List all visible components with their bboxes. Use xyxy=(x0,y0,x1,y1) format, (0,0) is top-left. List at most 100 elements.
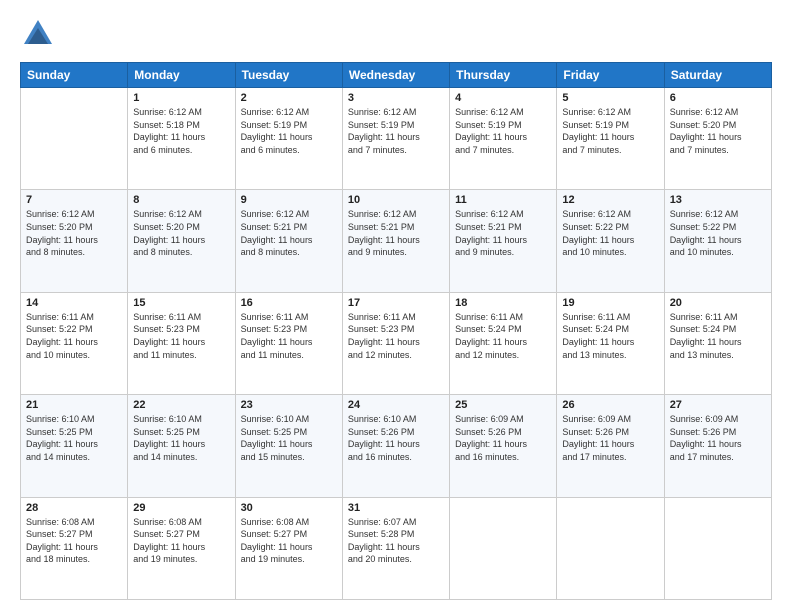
day-info: Sunrise: 6:08 AMSunset: 5:27 PMDaylight:… xyxy=(133,516,229,566)
day-info: Sunrise: 6:10 AMSunset: 5:25 PMDaylight:… xyxy=(133,413,229,463)
calendar-week-row: 7 Sunrise: 6:12 AMSunset: 5:20 PMDaylight… xyxy=(21,190,772,292)
table-row: 18 Sunrise: 6:11 AMSunset: 5:24 PMDayligh… xyxy=(450,292,557,394)
day-number: 15 xyxy=(133,297,229,309)
day-number: 16 xyxy=(241,297,337,309)
day-info: Sunrise: 6:12 AMSunset: 5:20 PMDaylight:… xyxy=(133,208,229,258)
table-row: 11 Sunrise: 6:12 AMSunset: 5:21 PMDayligh… xyxy=(450,190,557,292)
table-row: 26 Sunrise: 6:09 AMSunset: 5:26 PMDayligh… xyxy=(557,395,664,497)
day-info: Sunrise: 6:08 AMSunset: 5:27 PMDaylight:… xyxy=(26,516,122,566)
table-row: 5 Sunrise: 6:12 AMSunset: 5:19 PMDaylight… xyxy=(557,88,664,190)
day-number: 7 xyxy=(26,194,122,206)
day-number: 31 xyxy=(348,502,444,514)
calendar-table: Sunday Monday Tuesday Wednesday Thursday… xyxy=(20,62,772,600)
table-row: 17Sunrise: 6:11 AMSunset: 5:23 PMDayligh… xyxy=(342,292,449,394)
day-info: Sunrise: 6:12 AMSunset: 5:22 PMDaylight:… xyxy=(670,208,766,258)
table-row: 19 Sunrise: 6:11 AMSunset: 5:24 PMDayligh… xyxy=(557,292,664,394)
day-number: 5 xyxy=(562,92,658,104)
table-row: 22Sunrise: 6:10 AMSunset: 5:25 PMDayligh… xyxy=(128,395,235,497)
day-info: Sunrise: 6:11 AMSunset: 5:24 PMDaylight:… xyxy=(562,311,658,361)
logo-icon xyxy=(20,16,56,52)
day-number: 27 xyxy=(670,399,766,411)
table-row: 2 Sunrise: 6:12 AMSunset: 5:19 PMDaylight… xyxy=(235,88,342,190)
table-row: 6 Sunrise: 6:12 AMSunset: 5:20 PMDaylight… xyxy=(664,88,771,190)
day-number: 1 xyxy=(133,92,229,104)
table-row: 14 Sunrise: 6:11 AMSunset: 5:22 PMDayligh… xyxy=(21,292,128,394)
day-number: 17 xyxy=(348,297,444,309)
day-number: 30 xyxy=(241,502,337,514)
day-info: Sunrise: 6:10 AMSunset: 5:26 PMDaylight:… xyxy=(348,413,444,463)
day-number: 26 xyxy=(562,399,658,411)
table-row: 12 Sunrise: 6:12 AMSunset: 5:22 PMDayligh… xyxy=(557,190,664,292)
table-row: 13 Sunrise: 6:12 AMSunset: 5:22 PMDayligh… xyxy=(664,190,771,292)
col-wednesday: Wednesday xyxy=(342,63,449,88)
day-number: 24 xyxy=(348,399,444,411)
table-row: 24 Sunrise: 6:10 AMSunset: 5:26 PMDayligh… xyxy=(342,395,449,497)
day-info: Sunrise: 6:12 AMSunset: 5:19 PMDaylight:… xyxy=(241,106,337,156)
day-number: 12 xyxy=(562,194,658,206)
table-row: 29 Sunrise: 6:08 AMSunset: 5:27 PMDayligh… xyxy=(128,497,235,599)
table-row xyxy=(450,497,557,599)
day-info: Sunrise: 6:11 AMSunset: 5:22 PMDaylight:… xyxy=(26,311,122,361)
table-row: 30 Sunrise: 6:08 AMSunset: 5:27 PMDayligh… xyxy=(235,497,342,599)
day-number: 19 xyxy=(562,297,658,309)
day-info: Sunrise: 6:12 AMSunset: 5:21 PMDaylight:… xyxy=(348,208,444,258)
day-info: Sunrise: 6:09 AMSunset: 5:26 PMDaylight:… xyxy=(562,413,658,463)
day-info: Sunrise: 6:12 AMSunset: 5:21 PMDaylight:… xyxy=(455,208,551,258)
col-saturday: Saturday xyxy=(664,63,771,88)
day-info: Sunrise: 6:11 AMSunset: 5:24 PMDaylight:… xyxy=(455,311,551,361)
day-info: Sunrise: 6:12 AMSunset: 5:20 PMDaylight:… xyxy=(670,106,766,156)
page: Sunday Monday Tuesday Wednesday Thursday… xyxy=(0,0,792,612)
table-row: 3 Sunrise: 6:12 AMSunset: 5:19 PMDaylight… xyxy=(342,88,449,190)
col-friday: Friday xyxy=(557,63,664,88)
day-info: Sunrise: 6:09 AMSunset: 5:26 PMDaylight:… xyxy=(670,413,766,463)
table-row: 25 Sunrise: 6:09 AMSunset: 5:26 PMDayligh… xyxy=(450,395,557,497)
col-sunday: Sunday xyxy=(21,63,128,88)
table-row: 4Sunrise: 6:12 AMSunset: 5:19 PMDaylight… xyxy=(450,88,557,190)
table-row: 7 Sunrise: 6:12 AMSunset: 5:20 PMDaylight… xyxy=(21,190,128,292)
day-info: Sunrise: 6:12 AMSunset: 5:20 PMDaylight:… xyxy=(26,208,122,258)
table-row: 8 Sunrise: 6:12 AMSunset: 5:20 PMDaylight… xyxy=(128,190,235,292)
calendar-header-row: Sunday Monday Tuesday Wednesday Thursday… xyxy=(21,63,772,88)
day-number: 2 xyxy=(241,92,337,104)
calendar-week-row: 14 Sunrise: 6:11 AMSunset: 5:22 PMDayligh… xyxy=(21,292,772,394)
day-info: Sunrise: 6:11 AMSunset: 5:23 PMDaylight:… xyxy=(241,311,337,361)
day-info: Sunrise: 6:12 AMSunset: 5:19 PMDaylight:… xyxy=(562,106,658,156)
day-number: 14 xyxy=(26,297,122,309)
day-number: 3 xyxy=(348,92,444,104)
table-row: 27 Sunrise: 6:09 AMSunset: 5:26 PMDayligh… xyxy=(664,395,771,497)
table-row: 9 Sunrise: 6:12 AMSunset: 5:21 PMDaylight… xyxy=(235,190,342,292)
day-info: Sunrise: 6:10 AMSunset: 5:25 PMDaylight:… xyxy=(241,413,337,463)
table-row: 20Sunrise: 6:11 AMSunset: 5:24 PMDayligh… xyxy=(664,292,771,394)
col-thursday: Thursday xyxy=(450,63,557,88)
day-info: Sunrise: 6:11 AMSunset: 5:23 PMDaylight:… xyxy=(133,311,229,361)
table-row: 28 Sunrise: 6:08 AMSunset: 5:27 PMDayligh… xyxy=(21,497,128,599)
header xyxy=(20,16,772,52)
col-tuesday: Tuesday xyxy=(235,63,342,88)
day-number: 18 xyxy=(455,297,551,309)
day-number: 29 xyxy=(133,502,229,514)
day-info: Sunrise: 6:07 AMSunset: 5:28 PMDaylight:… xyxy=(348,516,444,566)
day-number: 28 xyxy=(26,502,122,514)
day-info: Sunrise: 6:12 AMSunset: 5:18 PMDaylight:… xyxy=(133,106,229,156)
day-number: 8 xyxy=(133,194,229,206)
calendar-week-row: 28 Sunrise: 6:08 AMSunset: 5:27 PMDayligh… xyxy=(21,497,772,599)
calendar-week-row: 1 Sunrise: 6:12 AMSunset: 5:18 PMDaylight… xyxy=(21,88,772,190)
col-monday: Monday xyxy=(128,63,235,88)
day-info: Sunrise: 6:08 AMSunset: 5:27 PMDaylight:… xyxy=(241,516,337,566)
day-info: Sunrise: 6:10 AMSunset: 5:25 PMDaylight:… xyxy=(26,413,122,463)
table-row: 31 Sunrise: 6:07 AMSunset: 5:28 PMDayligh… xyxy=(342,497,449,599)
table-row: 21 Sunrise: 6:10 AMSunset: 5:25 PMDayligh… xyxy=(21,395,128,497)
table-row xyxy=(557,497,664,599)
day-info: Sunrise: 6:09 AMSunset: 5:26 PMDaylight:… xyxy=(455,413,551,463)
table-row: 1 Sunrise: 6:12 AMSunset: 5:18 PMDaylight… xyxy=(128,88,235,190)
day-info: Sunrise: 6:12 AMSunset: 5:19 PMDaylight:… xyxy=(455,106,551,156)
day-number: 13 xyxy=(670,194,766,206)
day-number: 21 xyxy=(26,399,122,411)
day-info: Sunrise: 6:12 AMSunset: 5:22 PMDaylight:… xyxy=(562,208,658,258)
day-number: 25 xyxy=(455,399,551,411)
day-number: 11 xyxy=(455,194,551,206)
day-info: Sunrise: 6:12 AMSunset: 5:21 PMDaylight:… xyxy=(241,208,337,258)
day-number: 9 xyxy=(241,194,337,206)
day-info: Sunrise: 6:12 AMSunset: 5:19 PMDaylight:… xyxy=(348,106,444,156)
day-number: 6 xyxy=(670,92,766,104)
